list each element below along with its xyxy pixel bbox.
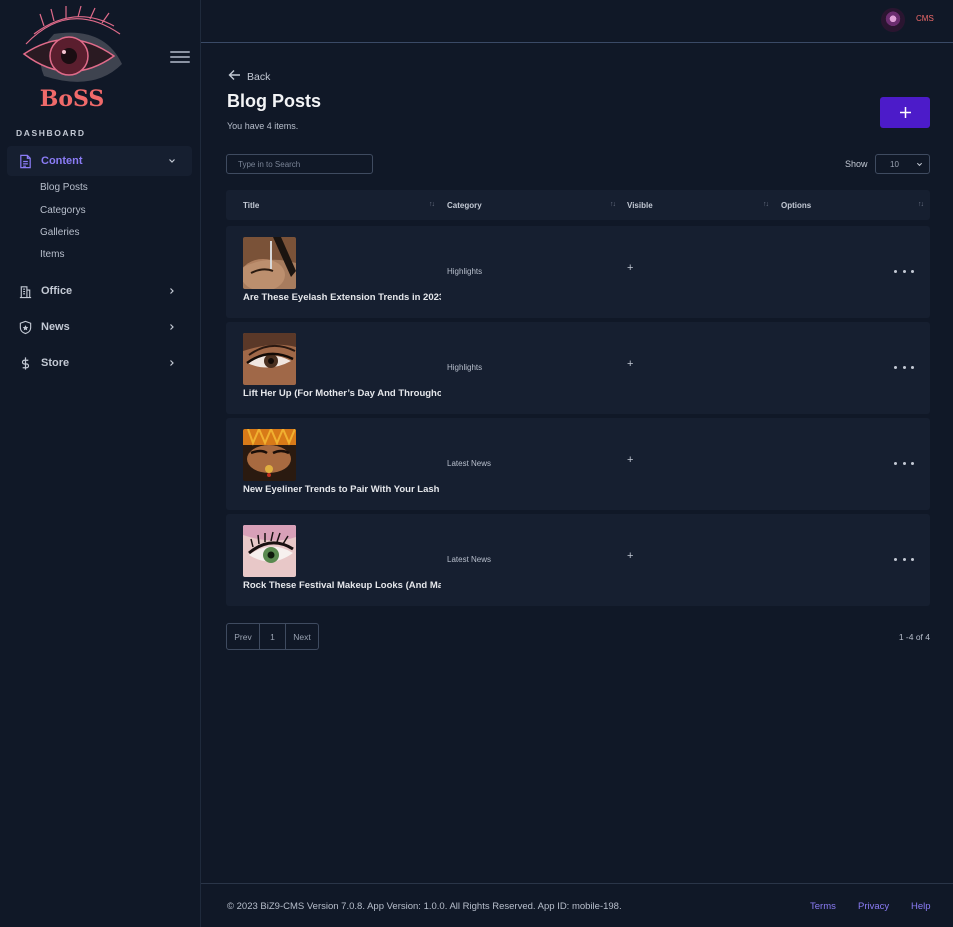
- more-options-icon[interactable]: [894, 457, 914, 469]
- post-thumbnail[interactable]: [243, 429, 296, 481]
- sidebar-subitem-blog-posts[interactable]: Blog Posts: [40, 182, 88, 193]
- column-header-options[interactable]: Options: [781, 190, 811, 220]
- add-post-button[interactable]: [880, 97, 930, 128]
- more-options-icon[interactable]: [894, 553, 914, 565]
- sidebar-item-store[interactable]: Store: [7, 348, 192, 378]
- results-summary: 1 -4 of 4: [898, 632, 930, 642]
- document-icon: [17, 153, 33, 169]
- page-number-button[interactable]: 1: [260, 623, 286, 650]
- search-input[interactable]: [226, 154, 373, 174]
- table-row[interactable]: Rock These Festival Makeup Looks (And Ma…: [226, 514, 930, 606]
- visible-indicator[interactable]: +: [627, 550, 633, 562]
- table-row[interactable]: Lift Her Up (For Mother’s Day And Throug…: [226, 322, 930, 414]
- sidebar-item-label: News: [41, 321, 70, 333]
- arrow-left-icon: [228, 68, 241, 86]
- post-category: Latest News: [447, 555, 492, 564]
- chevron-right-icon: [166, 357, 178, 369]
- plus-icon: [899, 107, 911, 118]
- table-header: Title ↑↓ Category ↑↓ Visible ↑↓ Options …: [226, 190, 930, 220]
- avatar[interactable]: [881, 8, 905, 32]
- post-category: Highlights: [447, 267, 483, 276]
- sidebar-item-content[interactable]: Content: [7, 146, 192, 176]
- building-icon: [17, 283, 33, 299]
- copyright-text: © 2023 BiZ9-CMS Version 7.0.8. App Versi…: [227, 901, 622, 912]
- sidebar-subitem-galleries[interactable]: Galleries: [40, 227, 79, 238]
- sort-icon[interactable]: ↑↓: [763, 201, 769, 208]
- page-title: Blog Posts: [227, 91, 322, 111]
- footer: © 2023 BiZ9-CMS Version 7.0.8. App Versi…: [201, 883, 953, 927]
- terms-link[interactable]: Terms: [810, 901, 836, 912]
- privacy-link[interactable]: Privacy: [858, 901, 889, 912]
- item-count-text: You have 4 items.: [227, 121, 299, 131]
- sidebar: BoSS DASHBOARD Content Blog Posts Catego…: [0, 0, 201, 927]
- more-options-icon[interactable]: [894, 361, 914, 373]
- visible-indicator[interactable]: +: [627, 358, 633, 370]
- post-title[interactable]: Lift Her Up (For Mother’s Day And Throug…: [243, 388, 441, 399]
- table-row[interactable]: Are These Eyelash Extension Trends in 20…: [226, 226, 930, 318]
- sidebar-item-news[interactable]: News: [7, 312, 192, 342]
- visible-indicator[interactable]: +: [627, 262, 633, 274]
- prev-page-button[interactable]: Prev: [226, 623, 260, 650]
- sidebar-item-label: Store: [41, 357, 70, 369]
- menu-toggle-icon[interactable]: [170, 48, 190, 66]
- chevron-down-icon: [166, 155, 178, 167]
- sort-icon[interactable]: ↑↓: [610, 201, 616, 208]
- chevron-down-icon: [916, 161, 923, 168]
- sidebar-item-office[interactable]: Office: [7, 276, 192, 306]
- help-link[interactable]: Help: [911, 901, 931, 912]
- post-thumbnail[interactable]: [243, 237, 296, 289]
- post-category: Latest News: [447, 459, 492, 468]
- post-title[interactable]: Are These Eyelash Extension Trends in 20…: [243, 292, 441, 303]
- show-label: Show: [845, 159, 868, 169]
- table-row[interactable]: New Eyeliner Trends to Pair With Your La…: [226, 418, 930, 510]
- post-title[interactable]: New Eyeliner Trends to Pair With Your La…: [243, 484, 441, 495]
- back-link[interactable]: Back: [228, 68, 270, 86]
- section-label: DASHBOARD: [16, 128, 86, 138]
- boss-logo[interactable]: BoSS: [14, 4, 130, 112]
- next-page-button[interactable]: Next: [286, 623, 319, 650]
- post-thumbnail[interactable]: [243, 333, 296, 385]
- chevron-right-icon: [166, 285, 178, 297]
- sidebar-subitem-categorys[interactable]: Categorys: [40, 205, 86, 216]
- sidebar-item-label: Office: [41, 285, 73, 297]
- brand-text: BoSS: [40, 86, 105, 112]
- column-header-category[interactable]: Category: [447, 190, 482, 220]
- page-size-select[interactable]: 10: [875, 154, 930, 174]
- shield-icon: [17, 319, 33, 335]
- chevron-right-icon: [166, 321, 178, 333]
- column-header-title[interactable]: Title: [243, 190, 259, 220]
- sidebar-subitem-items[interactable]: Items: [40, 249, 64, 260]
- pagination: Prev 1 Next: [226, 623, 319, 650]
- page-size-value: 10: [890, 159, 899, 169]
- more-options-icon[interactable]: [894, 265, 914, 277]
- post-title[interactable]: Rock These Festival Makeup Looks (And Ma…: [243, 580, 441, 591]
- app-label[interactable]: CMS: [916, 14, 934, 23]
- column-header-visible[interactable]: Visible: [627, 190, 653, 220]
- sort-icon[interactable]: ↑↓: [918, 201, 924, 208]
- dollar-icon: [17, 355, 33, 371]
- sidebar-item-label: Content: [41, 155, 83, 167]
- visible-indicator[interactable]: +: [627, 454, 633, 466]
- back-label: Back: [247, 71, 271, 83]
- top-header: CMS: [201, 0, 953, 43]
- sort-icon[interactable]: ↑↓: [429, 201, 435, 208]
- post-category: Highlights: [447, 363, 483, 372]
- post-thumbnail[interactable]: [243, 525, 296, 577]
